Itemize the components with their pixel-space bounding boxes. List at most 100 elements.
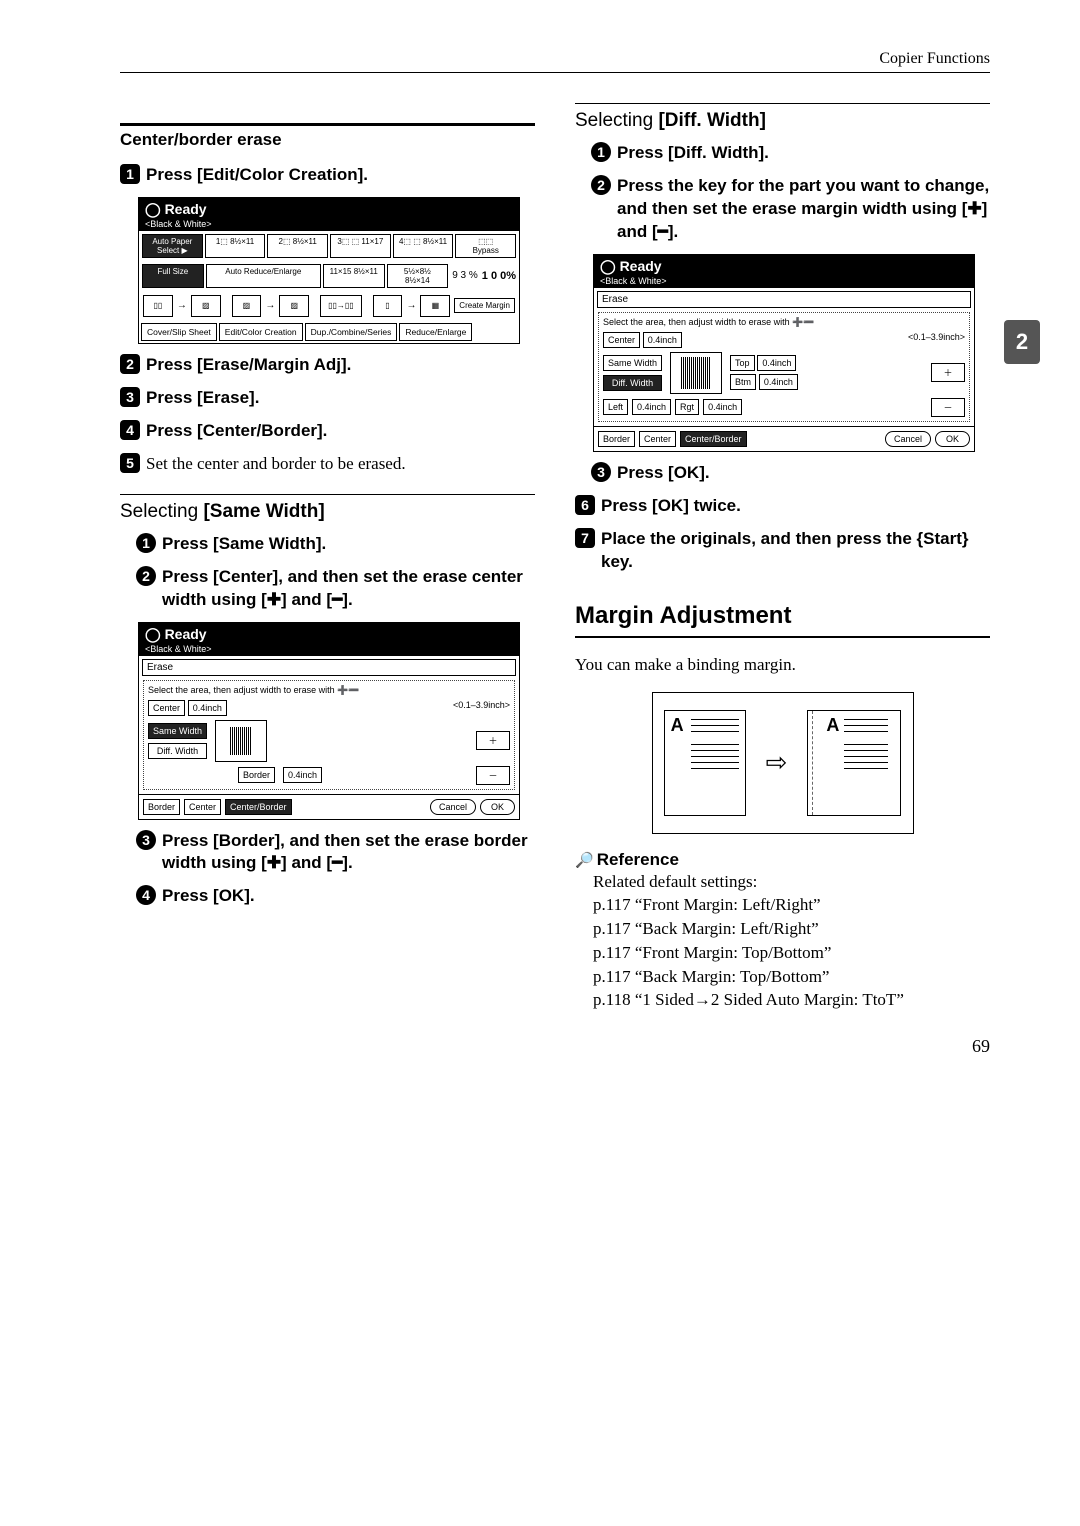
substep2-3: 3 Press [OK]. bbox=[591, 462, 990, 485]
substep-1: 1 Press [Same Width]. bbox=[136, 533, 535, 556]
range-label: <0.1–3.9inch> bbox=[453, 700, 510, 716]
tab-edit-color[interactable]: Edit/Color Creation bbox=[219, 323, 303, 341]
cancel-btn[interactable]: Cancel bbox=[885, 431, 931, 447]
erase-title: Erase bbox=[597, 291, 971, 308]
tab-reduce-enlarge[interactable]: Reduce/Enlarge bbox=[399, 323, 472, 341]
top-btn[interactable]: Top bbox=[730, 355, 755, 371]
step-num-icon: 4 bbox=[136, 885, 156, 905]
minus-btn[interactable]: － bbox=[931, 398, 965, 417]
subsection-title: Center/border erase bbox=[120, 123, 535, 150]
auto-reduce-enlarge[interactable]: Auto Reduce/Enlarge bbox=[206, 264, 321, 288]
step-7: 7 Place the originals, and then press th… bbox=[575, 528, 990, 574]
substep2-2: 2 Press the key for the part you want to… bbox=[591, 175, 990, 244]
step-1: 1 Press [Edit/Color Creation]. bbox=[120, 164, 535, 187]
mode-icon[interactable]: ▨ bbox=[232, 295, 262, 317]
mode-icon[interactable]: ▨ bbox=[191, 295, 221, 317]
tab-center-border[interactable]: Center/Border bbox=[680, 431, 747, 447]
step-num-icon: 3 bbox=[120, 387, 140, 407]
center-btn[interactable]: Center bbox=[148, 700, 185, 716]
full-size-btn[interactable]: Full Size bbox=[142, 264, 204, 288]
btm-btn[interactable]: Btm bbox=[730, 374, 756, 390]
step-num-icon: 2 bbox=[120, 354, 140, 374]
center-btn[interactable]: Center bbox=[603, 332, 640, 348]
step-num-icon: 2 bbox=[136, 566, 156, 586]
mode-icon[interactable]: ▦ bbox=[420, 295, 450, 317]
magnifier-icon bbox=[575, 850, 597, 869]
border-btn[interactable]: Border bbox=[238, 767, 275, 783]
step-2: 2 Press [Erase/Margin Adj]. bbox=[120, 354, 535, 377]
step-num-icon: 5 bbox=[120, 453, 140, 473]
tab-center[interactable]: Center bbox=[184, 799, 221, 815]
ref-line: p.118 “1 Sided→2 Sided Auto Margin: TtoT… bbox=[593, 988, 990, 1012]
center-value: 0.4inch bbox=[643, 332, 682, 348]
step-num-icon: 1 bbox=[591, 142, 611, 162]
step-num-icon: 3 bbox=[136, 830, 156, 850]
rgt-btn[interactable]: Rgt bbox=[675, 399, 699, 415]
auto-paper-select[interactable]: Auto Paper Select ▶ bbox=[142, 234, 203, 258]
section-margin-adjustment: Margin Adjustment bbox=[575, 602, 990, 638]
tab-center-border[interactable]: Center/Border bbox=[225, 799, 292, 815]
step-5: 5 Set the center and border to be erased… bbox=[120, 453, 535, 476]
cancel-btn[interactable]: Cancel bbox=[430, 799, 476, 815]
step-3: 3 Press [Erase]. bbox=[120, 387, 535, 410]
ref-line: p.117 “Front Margin: Top/Bottom” bbox=[593, 941, 990, 965]
margin-intro: You can make a binding margin. bbox=[575, 655, 990, 675]
ref-line: p.117 “Front Margin: Left/Right” bbox=[593, 893, 990, 917]
size-preset-1[interactable]: 11×15 8½×11 bbox=[323, 264, 385, 288]
step-num-icon: 2 bbox=[591, 175, 611, 195]
plus-btn[interactable]: ＋ bbox=[476, 731, 510, 750]
same-width-btn[interactable]: Same Width bbox=[603, 355, 662, 371]
size-preset-2[interactable]: 5½×8½ 8½×14 bbox=[387, 264, 449, 288]
top-value: 0.4inch bbox=[757, 355, 796, 371]
bypass-tray[interactable]: ⬚⬚Bypass bbox=[455, 234, 516, 258]
minus-btn[interactable]: － bbox=[476, 766, 510, 785]
same-width-btn[interactable]: Same Width bbox=[148, 723, 207, 739]
btm-value: 0.4inch bbox=[759, 374, 798, 390]
plus-btn[interactable]: ＋ bbox=[931, 363, 965, 382]
ok-btn[interactable]: OK bbox=[935, 431, 970, 447]
step-num-icon: 6 bbox=[575, 495, 595, 515]
tab-center[interactable]: Center bbox=[639, 431, 676, 447]
substep-3: 3 Press [Border], and then set the erase… bbox=[136, 830, 535, 876]
tab-border[interactable]: Border bbox=[598, 431, 635, 447]
ok-btn[interactable]: OK bbox=[480, 799, 515, 815]
margin-illustration: A ⇨ A bbox=[652, 692, 914, 834]
step-num-icon: 7 bbox=[575, 528, 595, 548]
mode-icon[interactable]: ▯ bbox=[373, 295, 403, 317]
tray-1[interactable]: 1⬚ 8½×11 bbox=[205, 234, 266, 258]
left-btn[interactable]: Left bbox=[603, 399, 628, 415]
step-num-icon: 3 bbox=[591, 462, 611, 482]
arrow-icon: ⇨ bbox=[766, 748, 788, 778]
tab-dup-combine[interactable]: Dup./Combine/Series bbox=[305, 323, 398, 341]
left-value: 0.4inch bbox=[632, 399, 671, 415]
tray-3[interactable]: 3⬚ ⬚ 11×17 bbox=[330, 234, 391, 258]
create-margin-btn[interactable]: Create Margin bbox=[454, 298, 515, 313]
mode-icon[interactable]: ▨ bbox=[279, 295, 309, 317]
ref-line: Related default settings: bbox=[593, 870, 990, 894]
lcd-panel-ready: ◯ Ready <Black & White> Auto Paper Selec… bbox=[138, 197, 520, 344]
zoom-100: 1 0 0% bbox=[482, 270, 516, 282]
tab-cover-slip[interactable]: Cover/Slip Sheet bbox=[141, 323, 217, 341]
selecting-diff-width: Selecting [Diff. Width] bbox=[575, 103, 990, 132]
tab-border[interactable]: Border bbox=[143, 799, 180, 815]
substep-4: 4 Press [OK]. bbox=[136, 885, 535, 908]
page-number: 69 bbox=[120, 1036, 990, 1057]
substep2-1: 1 Press [Diff. Width]. bbox=[591, 142, 990, 165]
erase-title: Erase bbox=[142, 659, 516, 676]
step-6: 6 Press [OK] twice. bbox=[575, 495, 990, 518]
substep-2: 2 Press [Center], and then set the erase… bbox=[136, 566, 535, 612]
left-column: Center/border erase 1 Press [Edit/Color … bbox=[120, 103, 535, 1012]
step-num-icon: 1 bbox=[120, 164, 140, 184]
step-num-icon: 1 bbox=[136, 533, 156, 553]
tray-2[interactable]: 2⬚ 8½×11 bbox=[267, 234, 328, 258]
diff-width-btn[interactable]: Diff. Width bbox=[603, 375, 662, 391]
diff-width-btn[interactable]: Diff. Width bbox=[148, 743, 207, 759]
mode-icon[interactable]: ▯▯→▯▯ bbox=[320, 295, 362, 317]
tray-4[interactable]: 4⬚ ⬚ 8½×11 bbox=[393, 234, 454, 258]
rgt-value: 0.4inch bbox=[703, 399, 742, 415]
mode-icon[interactable]: ▯▯ bbox=[143, 295, 173, 317]
ref-line: p.117 “Back Margin: Top/Bottom” bbox=[593, 965, 990, 989]
right-column: Selecting [Diff. Width] 1 Press [Diff. W… bbox=[575, 103, 990, 1012]
selecting-same-width: Selecting [Same Width] bbox=[120, 494, 535, 523]
reference-heading: Reference bbox=[575, 850, 990, 870]
